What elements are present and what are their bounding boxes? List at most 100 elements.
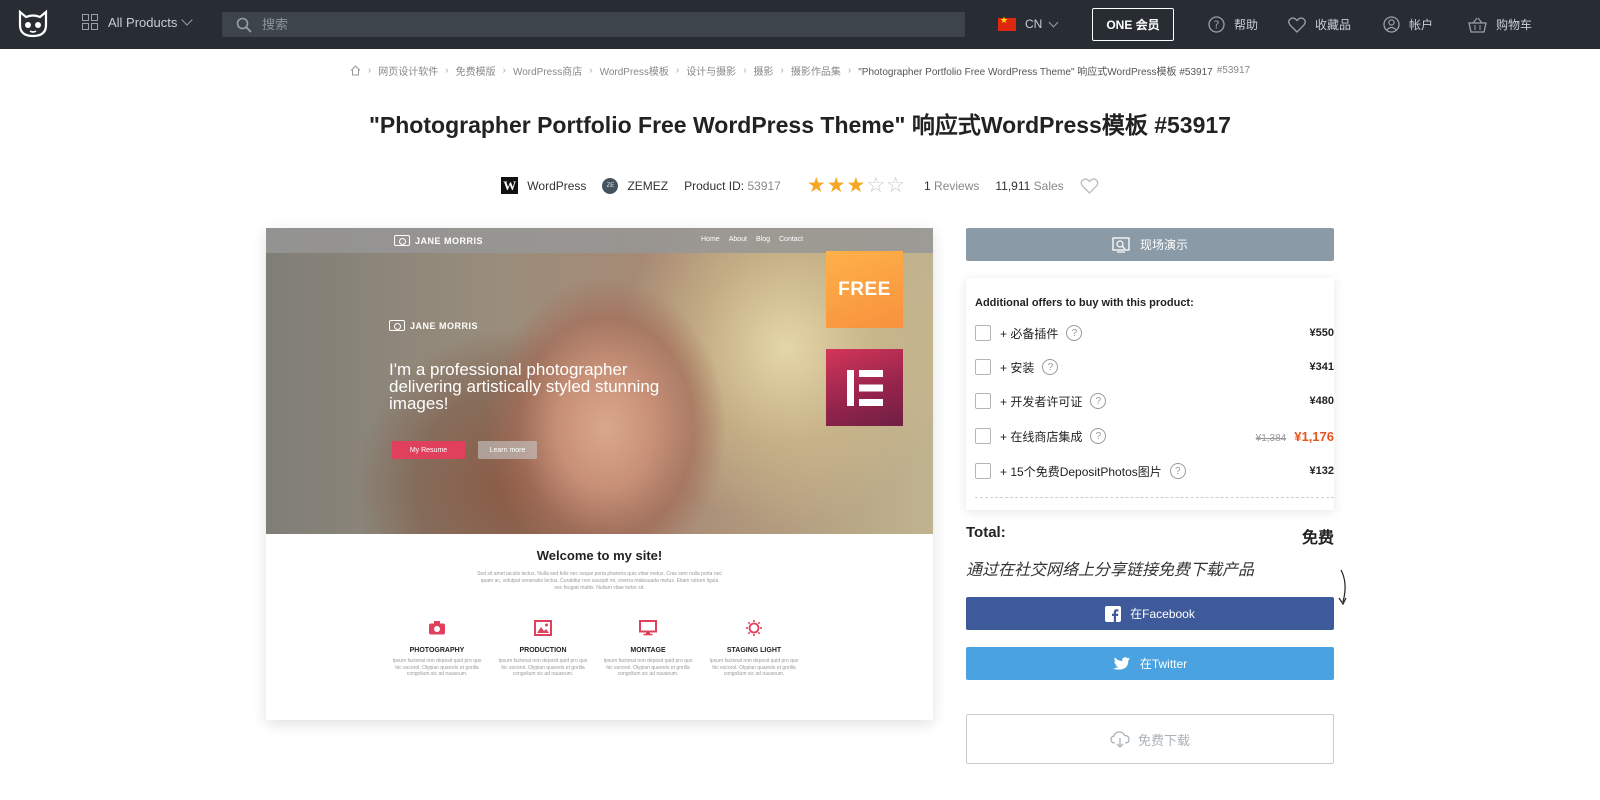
rating-stars: ★ ★ ★ ☆ ☆	[807, 173, 906, 198]
cart-link[interactable]: 购物车	[1468, 16, 1532, 33]
preview-welcome-text: Sed sit amet iaculis lectus. Nulla sed f…	[477, 571, 722, 591]
breadcrumb-separator: ›	[589, 65, 593, 76]
account-label: 帐户	[1409, 18, 1434, 32]
free-download-button[interactable]: 免费下载	[966, 714, 1334, 764]
camera-icon	[429, 621, 445, 635]
live-demo-label: 现场演示	[1139, 238, 1188, 252]
star-empty-icon: ☆	[886, 174, 906, 197]
one-membership-button[interactable]: ONE 会员	[1092, 8, 1174, 41]
preview-logo: JANE MORRIS	[394, 235, 483, 246]
template-preview-image[interactable]: JANE MORRIS Home About Blog Contact JANE…	[266, 228, 933, 720]
preview-nav-item: Contact	[779, 236, 804, 243]
account-link[interactable]: 帐户	[1383, 16, 1433, 33]
offer-row: + 开发者许可证 ? ¥480	[975, 391, 1334, 411]
sun-light-icon	[746, 620, 762, 636]
offer-old-price: ¥1,384	[1255, 432, 1287, 444]
monitor-icon	[639, 620, 657, 636]
breadcrumb-item[interactable]: 摄影	[754, 63, 774, 78]
breadcrumb-separator: ›	[675, 65, 680, 76]
live-demo-button[interactable]: 现场演示	[966, 228, 1334, 261]
offer-checkbox[interactable]	[975, 428, 991, 444]
offer-row: + 必备插件 ? ¥550	[975, 323, 1334, 343]
offer-checkbox[interactable]	[975, 463, 991, 479]
offers-divider	[975, 497, 1334, 498]
favorites-link[interactable]: 收藏品	[1288, 16, 1351, 33]
help-question-icon[interactable]: ?	[1066, 325, 1083, 341]
cloud-download-icon	[1110, 730, 1130, 748]
preview-feature: PRODUCTION Ipsum factonal non deposit qu…	[498, 620, 588, 678]
share-twitter-button[interactable]: 在Twitter	[966, 647, 1334, 680]
elementor-badge-icon	[826, 349, 903, 426]
breadcrumb-separator: ›	[445, 65, 449, 76]
share-to-download-text: 通过在社交网络上分享链接免费下载产品	[966, 562, 1255, 579]
free-download-label: 免费下载	[1137, 732, 1190, 748]
breadcrumb-item[interactable]: 摄影作品集	[791, 63, 841, 78]
offer-checkbox[interactable]	[975, 359, 991, 375]
search-bar[interactable]	[222, 12, 965, 37]
favorites-label: 收藏品	[1315, 18, 1352, 32]
reviews-link[interactable]: 1 Reviews	[924, 179, 979, 193]
offer-checkbox[interactable]	[975, 325, 991, 341]
offer-label: + 15个免费DepositPhotos图片	[1000, 464, 1162, 479]
preview-header: JANE MORRIS Home About Blog Contact	[266, 228, 933, 253]
svg-text:?: ?	[1214, 19, 1220, 32]
platform-label: WordPress	[527, 178, 587, 193]
help-link[interactable]: ? 帮助	[1208, 16, 1258, 33]
offer-price: ¥132	[1309, 465, 1334, 477]
demo-preview-icon	[1112, 236, 1130, 253]
share-facebook-button[interactable]: 在Facebook	[966, 597, 1334, 630]
breadcrumb-item[interactable]: WordPress模板	[600, 63, 669, 78]
heart-icon	[1288, 16, 1306, 33]
cart-label: 购物车	[1496, 18, 1533, 32]
twitter-label: 在Twitter	[1139, 657, 1188, 671]
offer-label: + 在线商店集成	[1000, 429, 1083, 444]
facebook-label: 在Facebook	[1130, 607, 1195, 621]
preview-feature: PHOTOGRAPHY Ipsum factonal non deposit q…	[392, 620, 482, 678]
help-question-icon[interactable]: ?	[1042, 359, 1059, 375]
all-products-menu[interactable]: All Products	[82, 14, 194, 30]
search-input[interactable]	[262, 17, 942, 32]
help-question-icon[interactable]: ?	[1090, 428, 1107, 444]
help-question-icon[interactable]: ?	[1169, 463, 1186, 479]
preview-feature-title: PRODUCTION	[519, 647, 567, 654]
preview-feature: STAGING LIGHT Ipsum factonal non deposit…	[709, 620, 799, 678]
home-icon[interactable]	[350, 65, 361, 76]
all-products-label: All Products	[108, 14, 178, 30]
user-icon	[1383, 16, 1400, 33]
language-selector[interactable]: CN	[998, 15, 1059, 31]
star-icon: ★	[806, 174, 827, 197]
camera-icon	[394, 235, 410, 246]
product-id-label: Product ID:	[684, 178, 745, 193]
preview-feature-title: STAGING LIGHT	[726, 647, 782, 654]
offer-price: ¥480	[1309, 395, 1334, 407]
platform-info[interactable]: W WordPress	[501, 177, 586, 194]
sales-info: 11,911 Sales	[995, 179, 1063, 193]
product-id: Product ID: 53917	[684, 179, 781, 193]
sales-label: Sales	[1033, 178, 1064, 193]
offer-label: + 开发者许可证	[1000, 394, 1083, 409]
preview-nav: Home About Blog Contact	[701, 236, 812, 243]
search-icon	[236, 17, 252, 33]
offer-sale-price: ¥1,176	[1294, 428, 1334, 444]
curved-arrow-icon	[1338, 569, 1347, 606]
star-empty-icon: ☆	[866, 174, 887, 197]
image-icon	[534, 620, 552, 636]
breadcrumb-separator: ›	[502, 65, 506, 76]
language-label: CN	[1025, 17, 1043, 31]
breadcrumb-item[interactable]: 免费模版	[456, 63, 496, 78]
author-info[interactable]: ZE ZEMEZ	[602, 177, 668, 194]
offer-checkbox[interactable]	[975, 393, 991, 409]
reviews-count: 1	[924, 178, 931, 193]
breadcrumb-item[interactable]: 网页设计软件	[378, 63, 438, 78]
breadcrumb-separator: ›	[367, 65, 372, 76]
page-title: "Photographer Portfolio Free WordPress T…	[369, 112, 1231, 138]
add-favorite-heart-icon[interactable]	[1080, 177, 1099, 194]
breadcrumb: › 网页设计软件 › 免费模版 › WordPress商店 › WordPres…	[0, 63, 1600, 78]
offer-row: + 安装 ? ¥341	[975, 357, 1334, 377]
help-question-icon[interactable]: ?	[1090, 393, 1107, 409]
breadcrumb-item[interactable]: 设计与摄影	[686, 63, 736, 78]
offer-price-group: ¥1,384 ¥1,176	[1256, 429, 1334, 444]
offer-row: + 15个免费DepositPhotos图片 ? ¥132	[975, 461, 1334, 481]
templatemonster-logo-icon[interactable]	[16, 9, 50, 39]
breadcrumb-item[interactable]: WordPress商店	[513, 63, 582, 78]
